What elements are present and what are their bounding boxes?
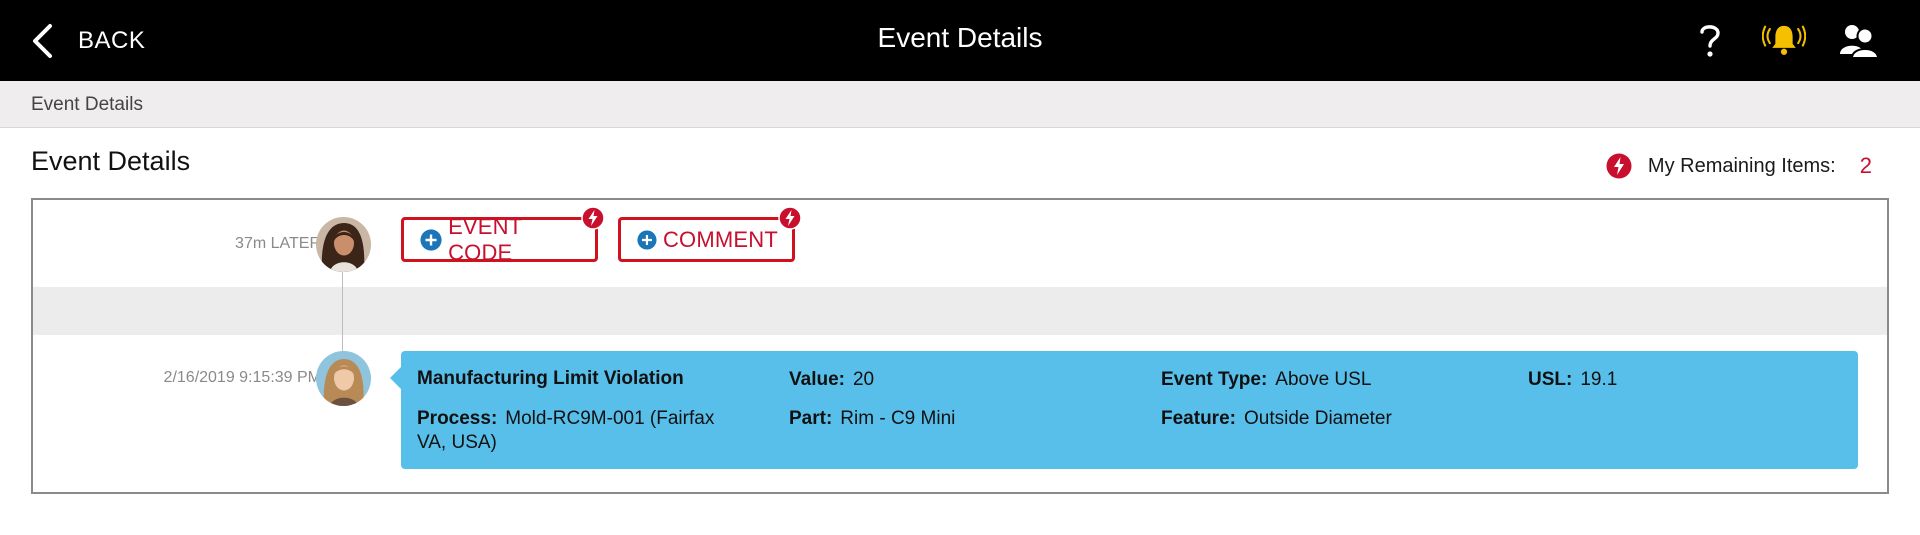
- page-title: Event Details: [31, 146, 191, 176]
- breadcrumb-item[interactable]: Event Details: [31, 94, 143, 116]
- lightning-icon: [1606, 153, 1632, 179]
- add-comment-button[interactable]: COMMENT: [618, 206, 802, 262]
- event-type-label: Event Type:: [1161, 369, 1268, 390]
- event-process: Process: Mold-RC9M-001 (Fairfax VA, USA): [417, 407, 747, 455]
- event-feature: Feature: Outside Diameter: [1161, 407, 1392, 431]
- help-icon[interactable]: [1688, 18, 1732, 62]
- process-label: Process:: [417, 408, 498, 429]
- alarm-bell-icon[interactable]: [1762, 18, 1806, 62]
- remaining-label: My Remaining Items:: [1647, 154, 1836, 177]
- users-icon[interactable]: [1836, 18, 1880, 62]
- add-event-code-button[interactable]: EVENT CODE: [401, 206, 605, 265]
- part-text: Rim - C9 Mini: [840, 408, 956, 429]
- comment-label: COMMENT: [662, 226, 778, 252]
- event-code-label: EVENT CODE: [448, 213, 523, 265]
- remaining-items: My Remaining Items: 2: [1606, 153, 1872, 179]
- remaining-count[interactable]: 2: [1860, 153, 1872, 179]
- lightning-icon: [778, 206, 802, 230]
- event-value: Value: 20: [789, 368, 874, 392]
- timeline-timestamp: 2/16/2019 9:15:39 PM: [163, 369, 321, 386]
- event-part: Part: Rim - C9 Mini: [789, 407, 955, 431]
- app-title: Event Details: [877, 22, 1043, 53]
- usl-text: 19.1: [1580, 369, 1618, 390]
- usl-label: USL:: [1528, 369, 1573, 390]
- header-actions: [1688, 18, 1880, 62]
- part-label: Part:: [789, 408, 833, 429]
- event-type-text: Above USL: [1275, 369, 1372, 390]
- card-pointer: [390, 367, 401, 389]
- breadcrumb: Event Details: [0, 81, 1920, 128]
- value-text: 20: [852, 369, 875, 390]
- value-label: Value:: [789, 369, 845, 390]
- timeline-separator: [33, 287, 1887, 335]
- top-bar: BACK Event Details: [0, 0, 1920, 81]
- event-card[interactable]: Manufacturing Limit Violation Value: 20 E…: [390, 351, 1858, 469]
- user-avatar: [316, 217, 371, 272]
- feature-label: Feature:: [1161, 408, 1236, 429]
- plus-circle-icon: [637, 229, 657, 250]
- user-avatar: [316, 351, 371, 406]
- event-timeline: 37m LATER EVENT CODE COMMENT 2/16/2019 9…: [31, 198, 1889, 494]
- timeline-timestamp: 37m LATER: [235, 235, 321, 252]
- feature-text: Outside Diameter: [1243, 408, 1392, 429]
- event-title: Manufacturing Limit Violation: [417, 368, 684, 389]
- lightning-icon: [581, 206, 605, 230]
- event-type: Event Type: Above USL: [1161, 368, 1371, 392]
- event-usl: USL: 19.1: [1528, 368, 1617, 392]
- plus-circle-icon: [420, 228, 442, 251]
